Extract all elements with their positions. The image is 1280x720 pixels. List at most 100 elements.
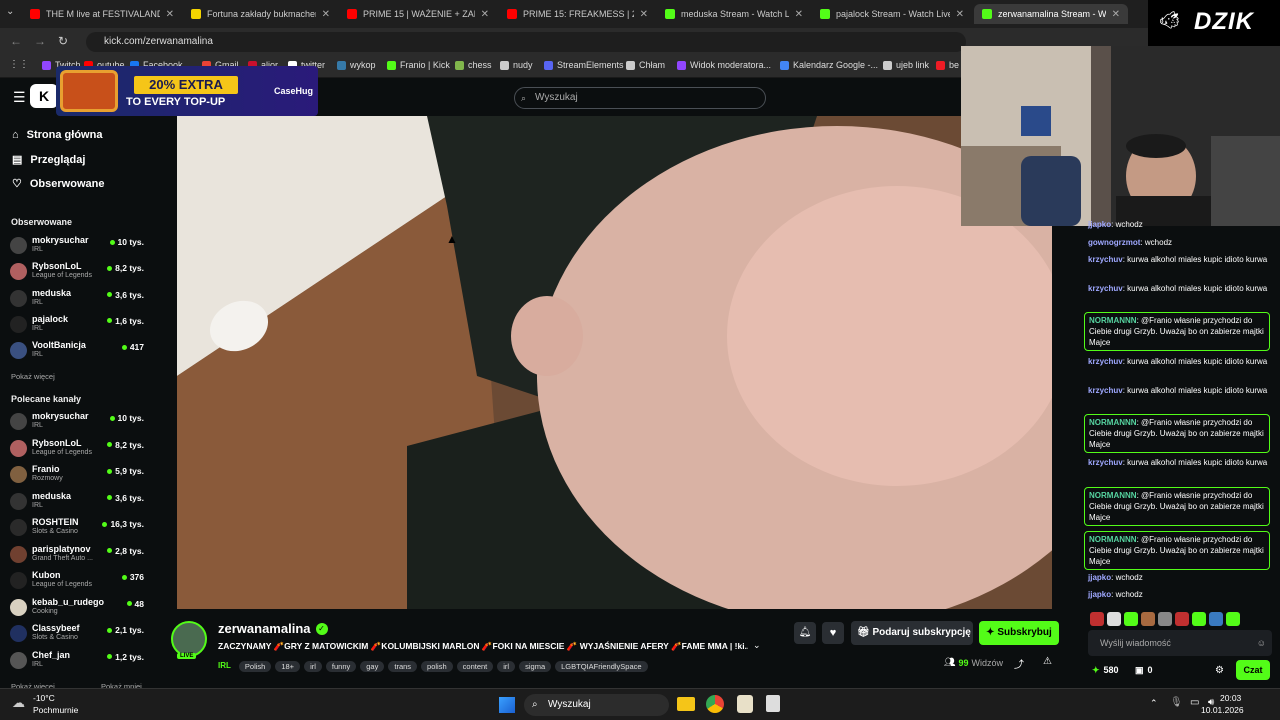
browser-tab[interactable]: PRIME 15: FREAKMESS | 24H PR ✕	[499, 4, 656, 24]
chat-message[interactable]: krzychuv: kurwa alkohol miales kupic idi…	[1088, 356, 1270, 367]
emote[interactable]	[1209, 612, 1223, 626]
chat-counter[interactable]: ▣ 0	[1135, 665, 1153, 676]
casehug-ad-banner[interactable]: 20% EXTRA TO EVERY TOP-UP CaseHug	[56, 66, 318, 116]
reload-icon[interactable]: ↻	[58, 34, 68, 48]
chat-message[interactable]: NORMANNN: @Franio własnie przychodzi do …	[1084, 414, 1270, 453]
sidebar-channel[interactable]: Chef_jan IRL 1,2 tys.	[10, 649, 148, 673]
browser-tab[interactable]: zerwanamalina Stream - W ✕	[974, 4, 1128, 24]
bookmark[interactable]: Chłam	[626, 60, 665, 70]
emote[interactable]	[1192, 612, 1206, 626]
chat-message[interactable]: gownogrzmot: wchodz	[1088, 237, 1270, 248]
stream-tag[interactable]: trans	[388, 661, 418, 672]
bookmark[interactable]: nudy	[500, 60, 533, 70]
chat-message[interactable]: jjapko: wchodz	[1088, 589, 1270, 600]
forward-icon[interactable]: →	[34, 34, 46, 48]
chat-username[interactable]: krzychuv	[1088, 255, 1123, 264]
show-more-followed[interactable]: Pokaż więcej	[11, 372, 55, 381]
streamer-name[interactable]: zerwanamalina	[218, 621, 311, 636]
chat-message[interactable]: krzychuv: kurwa alkohol miales kupic idi…	[1088, 457, 1270, 468]
stream-tag[interactable]: irl	[497, 661, 516, 672]
app-icon-2[interactable]	[766, 695, 780, 712]
sidebar-channel[interactable]: RybsonLoL League of Legends 8,2 tys.	[10, 437, 148, 461]
chat-username[interactable]: NORMANNN	[1089, 535, 1137, 544]
emote[interactable]	[1141, 612, 1155, 626]
bookmark[interactable]: wykop	[337, 60, 376, 70]
sidebar-channel[interactable]: VooltBanicja IRL 417	[10, 339, 148, 363]
notify-button[interactable]: 🔔︎	[794, 622, 816, 644]
mic-icon[interactable]: 🎙︎	[1170, 697, 1183, 708]
chat-settings-icon[interactable]: ⚙	[1215, 665, 1224, 676]
category-link[interactable]: IRL	[218, 661, 231, 670]
stream-tag[interactable]: gay	[360, 661, 385, 672]
chrome-icon[interactable]	[706, 695, 724, 713]
sidebar-channel[interactable]: ROSHTEIN Slots & Casino 16,3 tys.	[10, 516, 148, 540]
sidebar-channel[interactable]: mokrysuchar IRL 10 tys.	[10, 410, 148, 434]
chat-username[interactable]: jjapko	[1088, 590, 1111, 599]
clock-time[interactable]: 20:03	[1220, 693, 1241, 703]
bookmark[interactable]: chess	[455, 60, 492, 70]
chat-username[interactable]: gownogrzmot	[1088, 238, 1140, 247]
sidebar-channel[interactable]: parisplatynov Grand Theft Auto ... 2,8 tys…	[10, 543, 148, 567]
sidebar-channel[interactable]: pajalock IRL 1,6 tys.	[10, 313, 148, 337]
stream-tag[interactable]: irl	[304, 661, 322, 672]
video-player[interactable]: ▲	[177, 116, 1052, 609]
stream-tag[interactable]: Polish	[238, 661, 272, 672]
kick-logo[interactable]: K	[30, 84, 58, 108]
tab-close-icon[interactable]: ✕	[1112, 9, 1120, 20]
bookmark[interactable]: StreamElements	[544, 60, 624, 70]
emote[interactable]	[1090, 612, 1104, 626]
search-input[interactable]: ⌕ Wyszukaj	[514, 87, 766, 109]
channel-points[interactable]: ✦ 580	[1092, 665, 1119, 676]
browser-tab[interactable]: meduska Stream - Watch Li ✕	[657, 4, 811, 24]
browser-tab[interactable]: THE M live at FESTIVALAND 20 ✕	[22, 4, 182, 24]
stream-tag[interactable]: funny	[325, 661, 357, 672]
sidebar-channel[interactable]: Franio Rozmowy 5,9 tys.	[10, 463, 148, 487]
streamer-avatar[interactable]	[171, 621, 207, 657]
stream-tag[interactable]: content	[456, 661, 494, 672]
taskbar-search[interactable]: ⌕ Wyszukaj	[524, 694, 669, 716]
start-button[interactable]	[499, 697, 515, 713]
sidebar-channel[interactable]: RybsonLoL League of Legends 8,2 tys.	[10, 260, 148, 284]
chat-username[interactable]: jjapko	[1088, 573, 1111, 582]
emote[interactable]	[1158, 612, 1172, 626]
back-icon[interactable]: ←	[10, 34, 22, 48]
tab-close-icon[interactable]: ✕	[795, 9, 803, 20]
emote[interactable]	[1107, 612, 1121, 626]
browser-tab[interactable]: PRIME 15 | WAŻENIE + ZADYM ✕	[339, 4, 497, 24]
expand-title-icon[interactable]: ⌄	[753, 640, 761, 651]
chat-username[interactable]: krzychuv	[1088, 284, 1123, 293]
network-icon[interactable]: ▭	[1190, 697, 1199, 708]
sidebar-channel[interactable]: Classybeef Slots & Casino 2,1 tys.	[10, 622, 148, 646]
report-icon[interactable]: ⚠	[1043, 656, 1052, 667]
apps-grid-icon[interactable]: ⋮⋮	[9, 59, 29, 70]
chat-message[interactable]: NORMANNN: @Franio własnie przychodzi do …	[1084, 312, 1270, 351]
nav-following[interactable]: ♡ Obserwowane	[12, 177, 104, 191]
chat-send-button[interactable]: Czat	[1236, 660, 1270, 680]
chat-message[interactable]: krzychuv: kurwa alkohol miales kupic idi…	[1088, 385, 1270, 396]
stream-tag[interactable]: 18+	[275, 661, 301, 672]
gift-sub-button[interactable]: 🎁︎ Podaruj subskrypcję	[851, 621, 973, 645]
sidebar-channel[interactable]: kebab_u_rudego Cooking 48	[10, 596, 148, 620]
bookmark[interactable]: Kalendarz Google -...	[780, 60, 878, 70]
menu-icon[interactable]: ☰	[13, 89, 26, 106]
app-icon[interactable]	[737, 695, 753, 713]
nav-browse[interactable]: ▤ Przeglądaj	[12, 153, 85, 167]
file-explorer-icon[interactable]	[677, 697, 695, 711]
browser-tab[interactable]: pajalock Stream - Watch Live o ✕	[812, 4, 972, 24]
tab-close-icon[interactable]: ✕	[322, 9, 330, 20]
emote[interactable]	[1124, 612, 1138, 626]
nav-home[interactable]: ⌂ Strona główna	[12, 129, 102, 141]
share-icon[interactable]: ⤴	[1014, 656, 1024, 671]
emote[interactable]	[1175, 612, 1189, 626]
sidebar-channel[interactable]: Kubon League of Legends 376	[10, 569, 148, 593]
stream-tag[interactable]: LGBTQIAFriendlySpace	[555, 661, 648, 672]
emote[interactable]	[1226, 612, 1240, 626]
tab-close-icon[interactable]: ✕	[481, 9, 489, 20]
chat-input[interactable]: Wyślij wiadomość ☺	[1088, 630, 1272, 656]
chat-username[interactable]: krzychuv	[1088, 357, 1123, 366]
chat-message[interactable]: NORMANNN: @Franio własnie przychodzi do …	[1084, 487, 1270, 526]
tab-close-icon[interactable]: ✕	[166, 9, 174, 20]
stream-tag[interactable]: polish	[421, 661, 453, 672]
chat-message[interactable]: krzychuv: kurwa alkohol miales kupic idi…	[1088, 254, 1270, 265]
bookmark[interactable]: ujeb link	[883, 60, 929, 70]
